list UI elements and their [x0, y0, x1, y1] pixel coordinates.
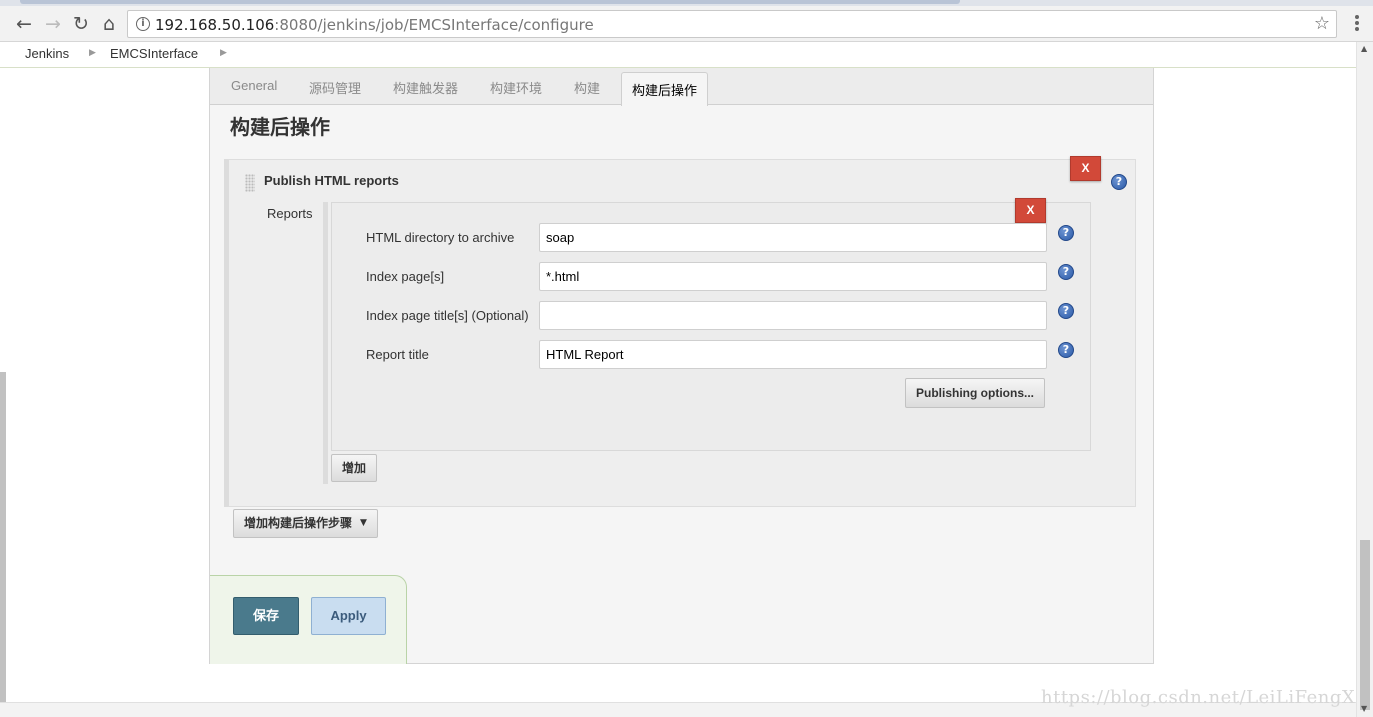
breadcrumb-job[interactable]: EMCSInterface — [110, 46, 198, 61]
apply-button[interactable]: Apply — [311, 597, 386, 635]
tab-build-environment[interactable]: 构建环境 — [490, 78, 542, 97]
url-path: :8080/jenkins/job/EMCSInterface/configur… — [274, 16, 594, 34]
browser-tab[interactable] — [20, 0, 960, 4]
breadcrumb: Jenkins ▶ EMCSInterface ▶ — [0, 42, 1373, 68]
reports-label: Reports — [267, 206, 313, 221]
publishing-options-button[interactable]: Publishing options... — [905, 378, 1045, 408]
help-icon[interactable]: ? — [1111, 174, 1127, 190]
add-report-button[interactable]: 增加 — [331, 454, 377, 482]
index-pages-input[interactable] — [539, 262, 1047, 291]
html-directory-input[interactable] — [539, 223, 1047, 252]
back-icon[interactable]: ← — [12, 12, 36, 36]
add-post-build-step-label: 增加构建后操作步骤 — [244, 516, 353, 530]
index-pages-label: Index page[s] — [366, 269, 445, 284]
dropdown-caret-icon: ▼ — [360, 518, 367, 528]
save-button[interactable]: 保存 — [233, 597, 299, 635]
delete-step-button[interactable]: X — [1070, 156, 1101, 181]
forward-icon[interactable]: → — [41, 12, 65, 36]
home-icon[interactable]: ⌂ — [97, 12, 121, 36]
add-post-build-step-button[interactable]: 增加构建后操作步骤 ▼ — [233, 509, 378, 538]
publish-html-step: Publish HTML reports X ? Reports X HTML … — [224, 156, 1136, 507]
save-bar: 保存 Apply — [210, 575, 407, 664]
browser-toolbar: ← → ↻ ⌂ i 192.168.50.106:8080/jenkins/jo… — [0, 6, 1373, 42]
breadcrumb-separator-icon[interactable]: ▶ — [89, 48, 96, 58]
address-bar[interactable]: i 192.168.50.106:8080/jenkins/job/EMCSIn… — [127, 10, 1337, 38]
url-text[interactable]: 192.168.50.106:8080/jenkins/job/EMCSInte… — [155, 16, 594, 34]
report-title-label: Report title — [366, 347, 429, 362]
config-panel: General 源码管理 构建触发器 构建环境 构建 构建后操作 构建后操作 P… — [209, 68, 1154, 664]
tab-build[interactable]: 构建 — [574, 78, 600, 97]
delete-report-button[interactable]: X — [1015, 198, 1046, 223]
config-tabs: General 源码管理 构建触发器 构建环境 构建 构建后操作 — [210, 68, 1153, 106]
step-title: Publish HTML reports — [264, 173, 399, 188]
section-title: 构建后操作 — [230, 117, 330, 139]
breadcrumb-separator-icon[interactable]: ▶ — [220, 48, 227, 58]
site-info-icon[interactable]: i — [136, 17, 150, 31]
index-page-titles-input[interactable] — [539, 301, 1047, 330]
report-title-input[interactable] — [539, 340, 1047, 369]
help-icon[interactable]: ? — [1058, 342, 1074, 358]
reload-icon[interactable]: ↻ — [69, 12, 93, 36]
left-scroll-indicator — [0, 372, 6, 717]
tab-source-control[interactable]: 源码管理 — [309, 78, 361, 97]
url-host: 192.168.50.106 — [155, 16, 275, 34]
watermark-text: https://blog.csdn.net/LeiLiFengX — [1041, 687, 1356, 708]
help-icon[interactable]: ? — [1058, 225, 1074, 241]
index-page-titles-label: Index page title[s] (Optional) — [366, 308, 529, 323]
bookmark-star-icon[interactable]: ☆ — [1314, 13, 1330, 34]
reports-rail — [323, 202, 328, 484]
tab-general[interactable]: General — [231, 78, 277, 93]
report-entry: X HTML directory to archive ? Index page… — [331, 198, 1091, 451]
scroll-up-icon[interactable]: ▲ — [1361, 44, 1367, 53]
help-icon[interactable]: ? — [1058, 303, 1074, 319]
browser-menu-icon[interactable] — [1350, 14, 1364, 34]
breadcrumb-jenkins[interactable]: Jenkins — [25, 46, 69, 61]
tab-build-triggers[interactable]: 构建触发器 — [393, 78, 458, 97]
tab-post-build-actions[interactable]: 构建后操作 — [621, 72, 709, 106]
drag-handle-icon[interactable] — [245, 174, 255, 192]
scroll-down-icon[interactable]: ▼ — [1361, 704, 1367, 713]
help-icon[interactable]: ? — [1058, 264, 1074, 280]
scrollbar-thumb[interactable] — [1360, 540, 1370, 710]
vertical-scrollbar[interactable]: ▲ ▼ — [1356, 42, 1373, 717]
html-directory-label: HTML directory to archive — [366, 230, 515, 245]
